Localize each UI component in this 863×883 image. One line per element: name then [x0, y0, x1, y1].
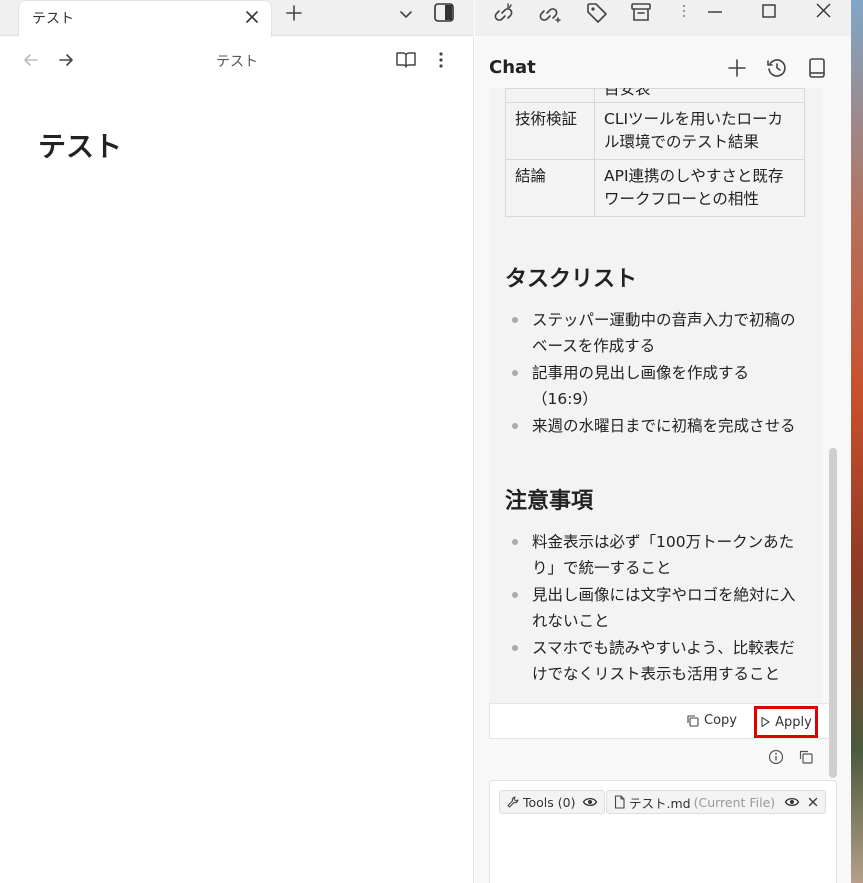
- clipped-cell-text: 目安表: [604, 88, 651, 98]
- copy-icon: [687, 714, 699, 727]
- plus-icon[interactable]: [283, 2, 305, 24]
- list-item: ステッパー運動中の音声入力で初稿のベースを作成する: [505, 307, 807, 359]
- window-top-bar: [475, 0, 863, 36]
- tab-test[interactable]: テスト: [18, 0, 272, 37]
- comparison-table: 技術検証 CLIツールを用いたローカル環境でのテスト結果 結論 API連携のしや…: [505, 102, 805, 217]
- file-icon: [614, 795, 625, 809]
- tab-bar: テスト: [0, 0, 474, 37]
- eye-icon: [583, 797, 598, 807]
- table-row-clipped: 目安表: [505, 88, 805, 103]
- tag-icon[interactable]: [584, 0, 610, 26]
- table-row: 技術検証 CLIツールを用いたローカル環境でのテスト結果: [505, 102, 805, 160]
- plus-icon[interactable]: [725, 56, 749, 80]
- more-vertical-icon[interactable]: [671, 0, 697, 26]
- message-actions: Copy Apply: [489, 703, 835, 739]
- info-icon[interactable]: [767, 748, 785, 766]
- chat-panel: Chat 目安表 技術検証 CLIツールを用いたローカル環境でのテスト結果 結論…: [475, 36, 851, 883]
- list-item: 記事用の見出し画像を作成する（16:9）: [505, 360, 807, 412]
- book-open-icon[interactable]: [394, 48, 418, 72]
- table-cell-value: CLIツールを用いたローカル環境でのテスト結果: [594, 102, 805, 160]
- message-content: 目安表 技術検証 CLIツールを用いたローカル環境でのテスト結果 結論 API連…: [505, 88, 807, 688]
- list-item: 来週の水曜日までに初稿を完成させる: [505, 413, 807, 439]
- table-cell-key: 技術検証: [505, 102, 595, 160]
- duplicate-icon[interactable]: [797, 748, 815, 766]
- wrench-icon: [507, 796, 519, 808]
- file-tag: (Current File): [693, 794, 776, 810]
- tools-chip[interactable]: Tools (0): [499, 790, 606, 814]
- tasks-list: ステッパー運動中の音声入力で初稿のベースを作成する 記事用の見出し画像を作成する…: [505, 307, 807, 439]
- book-icon[interactable]: [805, 56, 829, 80]
- close-icon[interactable]: [807, 796, 819, 808]
- copy-label: Copy: [704, 713, 737, 728]
- chat-title: Chat: [489, 57, 536, 78]
- file-label: テスト.md: [629, 795, 691, 811]
- close-icon[interactable]: [811, 0, 837, 26]
- notes-list: 料金表示は必ず「100万トークンあたり」で統一すること 見出し画像には文字やロゴ…: [505, 529, 807, 687]
- desktop-wallpaper-edge: [851, 0, 863, 883]
- link-out-icon[interactable]: [537, 0, 563, 26]
- archive-icon[interactable]: [628, 0, 654, 26]
- eye-icon: [784, 797, 800, 807]
- tools-label: Tools (0): [523, 794, 576, 810]
- play-icon: [761, 716, 770, 728]
- chat-scrollbar[interactable]: [829, 448, 837, 778]
- close-icon[interactable]: [241, 6, 263, 28]
- apply-label: Apply: [775, 714, 812, 730]
- table-cell-value: API連携のしやすさと既存ワークフローとの相性: [594, 159, 805, 217]
- more-vertical-icon[interactable]: [430, 48, 452, 72]
- notes-heading: 注意事項: [505, 489, 594, 514]
- minimize-icon[interactable]: [702, 0, 728, 26]
- link-icon[interactable]: [492, 0, 518, 26]
- note-heading: テスト: [38, 130, 123, 163]
- copy-button[interactable]: Copy: [686, 713, 737, 728]
- list-item: 見出し画像には文字やロゴを絶対に入れないこと: [505, 582, 807, 634]
- tab-title: テスト: [32, 11, 74, 27]
- note-pane: テスト テスト: [0, 37, 474, 883]
- list-item: 料金表示は必ず「100万トークンあたり」で統一すること: [505, 529, 807, 581]
- sidebar-toggle-icon[interactable]: [432, 1, 456, 25]
- apply-button[interactable]: Apply: [754, 706, 818, 738]
- tasks-heading: タスクリスト: [505, 267, 638, 292]
- history-icon[interactable]: [765, 56, 789, 80]
- chevron-down-icon[interactable]: [395, 3, 417, 25]
- table-cell-key: 結論: [505, 159, 595, 217]
- list-item: スマホでも読みやすいよう、比較表だけでなくリスト表示も活用すること: [505, 635, 807, 687]
- current-file-chip[interactable]: テスト.md (Current File): [606, 790, 827, 814]
- assistant-message: 目安表 技術検証 CLIツールを用いたローカル環境でのテスト結果 結論 API連…: [489, 88, 823, 738]
- table-row: 結論 API連携のしやすさと既存ワークフローとの相性: [505, 159, 805, 217]
- maximize-icon[interactable]: [756, 0, 782, 26]
- chat-input-box[interactable]: Tools (0) テスト.md (Current File): [489, 780, 837, 883]
